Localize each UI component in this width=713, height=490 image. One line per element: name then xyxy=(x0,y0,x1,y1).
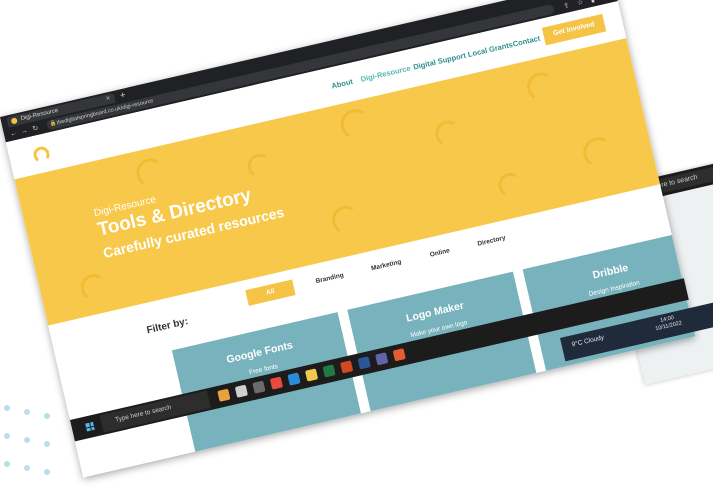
favicon-icon xyxy=(10,117,18,125)
squiggle-decoration xyxy=(133,155,168,190)
widgets-icon[interactable] xyxy=(217,388,231,402)
web-page: About Digi-Resource Digital Support Loca… xyxy=(5,1,696,478)
excel-icon[interactable] xyxy=(322,364,336,378)
powerpoint-icon[interactable] xyxy=(340,360,354,374)
squiggle-decoration xyxy=(245,151,275,181)
nav-about[interactable]: About xyxy=(331,77,354,91)
squiggle-decoration xyxy=(337,106,374,143)
filter-label: Filter by: xyxy=(145,316,190,337)
filter-directory[interactable]: Directory xyxy=(467,229,515,255)
nav-digi-resource[interactable]: Digi-Resource xyxy=(360,64,412,84)
squiggle-decoration xyxy=(432,118,464,150)
squiggle-decoration xyxy=(524,69,558,104)
chrome-icon[interactable] xyxy=(269,376,284,390)
task-view-icon[interactable] xyxy=(252,380,266,394)
edge-icon[interactable] xyxy=(287,372,301,386)
system-clock[interactable]: 14:00 10/11/2022 xyxy=(653,313,683,333)
tab-close-icon[interactable]: ✕ xyxy=(105,94,112,105)
windows-start-icon[interactable] xyxy=(85,421,95,432)
browser-window: Digi-Resource ✕ + – □ ✕ ← → ↻ 🔒 thedigit… xyxy=(0,0,696,478)
weather-widget[interactable]: 9°C Cloudy xyxy=(571,334,605,348)
file-explorer-icon[interactable] xyxy=(304,368,319,382)
squiggle-decoration xyxy=(78,271,110,303)
squiggle-decoration xyxy=(495,170,525,200)
filter-all[interactable]: All xyxy=(245,279,296,306)
nav-digital-support[interactable]: Digital Support xyxy=(412,51,466,72)
new-tab-button[interactable]: + xyxy=(119,89,126,100)
site-logo[interactable] xyxy=(31,145,52,165)
word-icon[interactable] xyxy=(357,356,371,370)
filter-online[interactable]: Online xyxy=(419,241,462,266)
filter-marketing[interactable]: Marketing xyxy=(360,252,412,279)
search-icon[interactable] xyxy=(234,384,249,398)
nav-local-grants[interactable]: Local Grants xyxy=(467,40,514,59)
filter-branding[interactable]: Branding xyxy=(306,266,354,292)
nav-contact[interactable]: Contact xyxy=(512,34,541,49)
decorative-dots xyxy=(0,395,70,490)
get-involved-button[interactable]: Get Involved xyxy=(541,13,607,46)
app-icon[interactable] xyxy=(392,348,406,362)
squiggle-decoration xyxy=(580,134,617,171)
squiggle-decoration xyxy=(329,203,363,237)
teams-icon[interactable] xyxy=(375,352,389,366)
